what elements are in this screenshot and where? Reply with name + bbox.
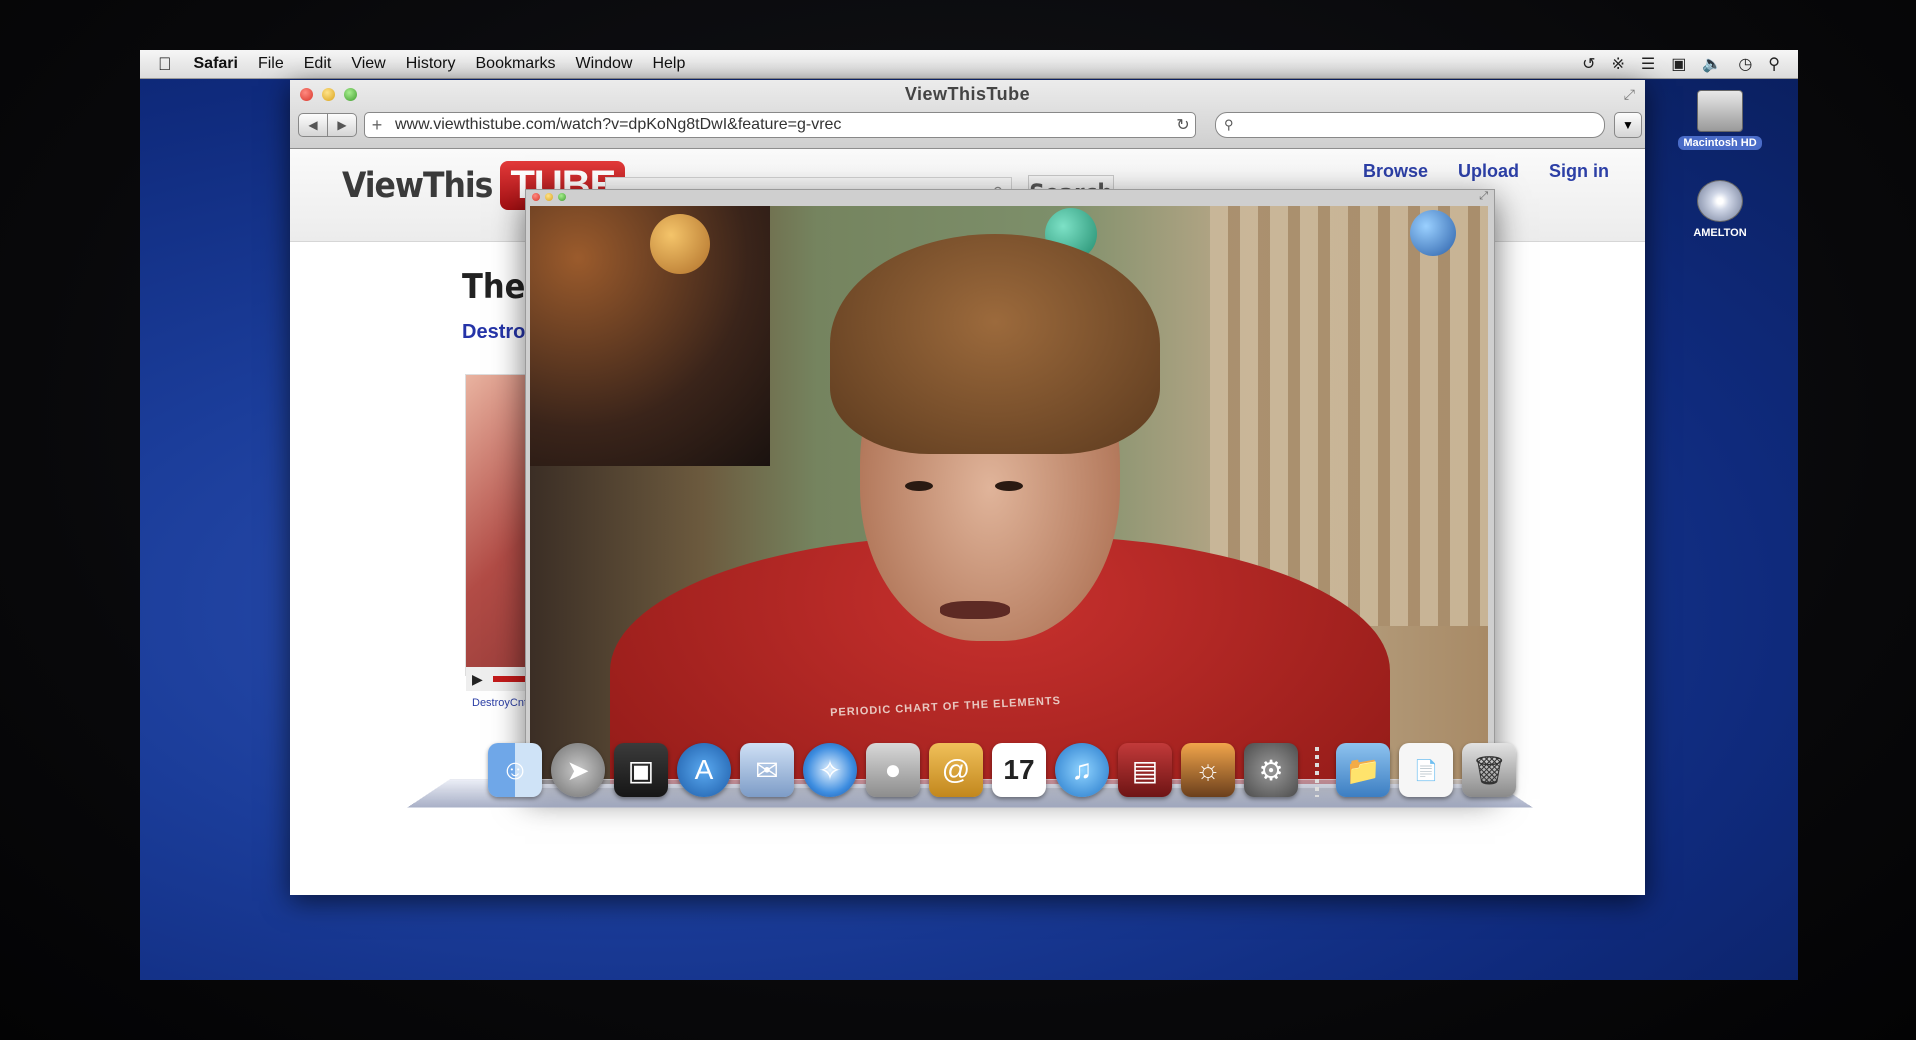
menu-window[interactable]: Window <box>576 55 633 73</box>
calendar-date: 17 <box>1003 754 1035 785</box>
dock: ☺ ➤ ▣ A ✉ ✧ ● @ 17 ♫ ▤ ☼ ⚙ 📁 📄 🗑 <box>407 743 1533 811</box>
popout-controls <box>532 193 566 201</box>
spotlight-icon[interactable]: ⚲ <box>1768 54 1780 74</box>
facetime-icon[interactable]: ● <box>866 743 920 797</box>
play-icon[interactable]: ▶ <box>472 671 483 688</box>
hard-drive-icon <box>1697 90 1743 132</box>
planet-decoration <box>650 214 710 274</box>
address-bar[interactable]: + www.viewthistube.com/watch?v=dpKoNg8tD… <box>364 112 1196 138</box>
volume-icon[interactable]: 🔈 <box>1702 54 1722 74</box>
thumbnail-channel[interactable]: DestroyCnt <box>472 697 527 709</box>
back-button[interactable]: ◀ <box>298 113 328 137</box>
url-text[interactable]: www.viewthistube.com/watch?v=dpKoNg8tDwI… <box>389 116 1171 134</box>
downloads-button[interactable]: ▼ <box>1614 112 1642 138</box>
menu-file[interactable]: File <box>258 55 284 73</box>
logo-text-viewthis: ViewThis <box>342 165 493 206</box>
menu-bar:  Safari File Edit View History Bookmark… <box>140 50 1798 79</box>
display-icon[interactable]: ▣ <box>1671 54 1686 74</box>
planet-decoration <box>1410 210 1456 256</box>
menu-bookmarks[interactable]: Bookmarks <box>476 55 556 73</box>
photo-browser-icon[interactable]: ▤ <box>1118 743 1172 797</box>
wifi-icon[interactable]: ☰ <box>1641 54 1655 74</box>
bluetooth-icon[interactable]: ※ <box>1612 54 1625 74</box>
popout-zoom-button[interactable] <box>558 193 566 201</box>
sign-in-link[interactable]: Sign in <box>1549 161 1609 182</box>
pages-document-icon[interactable]: 📄 <box>1399 743 1453 797</box>
monitor-bezel:  Safari File Edit View History Bookmark… <box>0 0 1916 1040</box>
eye <box>995 481 1023 491</box>
trash-icon[interactable]: 🗑 <box>1462 743 1516 797</box>
itunes-icon[interactable]: ♫ <box>1055 743 1109 797</box>
calendar-icon[interactable]: 17 <box>992 743 1046 797</box>
forward-button[interactable]: ▶ <box>328 113 357 137</box>
popout-minimize-button[interactable] <box>545 193 553 201</box>
video-title: The <box>462 267 526 307</box>
app-store-icon[interactable]: A <box>677 743 731 797</box>
apple-icon[interactable]:  <box>158 54 172 75</box>
add-bookmark-icon[interactable]: + <box>365 115 389 136</box>
search-icon: ⚲ <box>1224 117 1234 132</box>
menu-edit[interactable]: Edit <box>304 55 332 73</box>
upload-link[interactable]: Upload <box>1458 161 1519 182</box>
window-toolbar: ViewThisTube ⤢ ◀ ▶ + www.viewthistube.co… <box>290 80 1645 149</box>
nav-buttons: ◀ ▶ <box>298 113 357 137</box>
mail-icon[interactable]: ✉ <box>740 743 794 797</box>
eye <box>905 481 933 491</box>
fullscreen-icon[interactable]: ⤢ <box>1624 86 1635 103</box>
menu-help[interactable]: Help <box>652 55 685 73</box>
desktop-icon-label: AMELTON <box>1693 227 1747 239</box>
iphoto-icon[interactable]: ☼ <box>1181 743 1235 797</box>
window-title: ViewThisTube <box>904 84 1031 104</box>
hair <box>830 234 1160 454</box>
reload-icon[interactable]: ↻ <box>1171 115 1195 135</box>
popout-fullscreen-icon[interactable]: ⤢ <box>1479 190 1488 203</box>
dock-separator <box>1315 747 1319 797</box>
desktop-icon-label: Macintosh HD <box>1678 136 1762 150</box>
menu-extras: ↺ ※ ☰ ▣ 🔈 ◷ ⚲ <box>1582 50 1780 78</box>
safari-icon[interactable]: ✧ <box>803 743 857 797</box>
time-machine-icon[interactable]: ↺ <box>1582 54 1595 74</box>
desktop-icon-amelton[interactable]: AMELTON <box>1670 180 1770 240</box>
applications-folder-icon[interactable]: 📁 <box>1336 743 1390 797</box>
top-links: Browse Upload Sign in <box>1363 161 1609 182</box>
video-frame[interactable]: PERIODIC CHART OF THE ELEMENTS <box>530 206 1488 784</box>
photo-booth-icon[interactable]: ▣ <box>614 743 668 797</box>
system-preferences-icon[interactable]: ⚙ <box>1244 743 1298 797</box>
clock-icon[interactable]: ◷ <box>1738 54 1752 74</box>
browser-search-field[interactable]: ⚲ <box>1215 112 1605 138</box>
desktop-icon-macintosh-hd[interactable]: Macintosh HD <box>1670 90 1770 150</box>
menu-app-name[interactable]: Safari <box>194 55 238 73</box>
menu-history[interactable]: History <box>406 55 456 73</box>
popout-close-button[interactable] <box>532 193 540 201</box>
mouth <box>940 601 1010 619</box>
address-book-icon[interactable]: @ <box>929 743 983 797</box>
browser-search-input[interactable] <box>1233 116 1604 134</box>
disc-icon <box>1697 180 1743 222</box>
video-popout-window[interactable]: ⤢ PERIODIC CHART OF THE ELEMENTS <box>525 189 1495 789</box>
menu-view[interactable]: View <box>351 55 385 73</box>
desktop:  Safari File Edit View History Bookmark… <box>140 50 1798 980</box>
finder-icon[interactable]: ☺ <box>488 743 542 797</box>
browse-link[interactable]: Browse <box>1363 161 1428 182</box>
dock-icons: ☺ ➤ ▣ A ✉ ✧ ● @ 17 ♫ ▤ ☼ ⚙ 📁 📄 🗑 <box>488 743 1516 797</box>
launchpad-icon[interactable]: ➤ <box>551 743 605 797</box>
